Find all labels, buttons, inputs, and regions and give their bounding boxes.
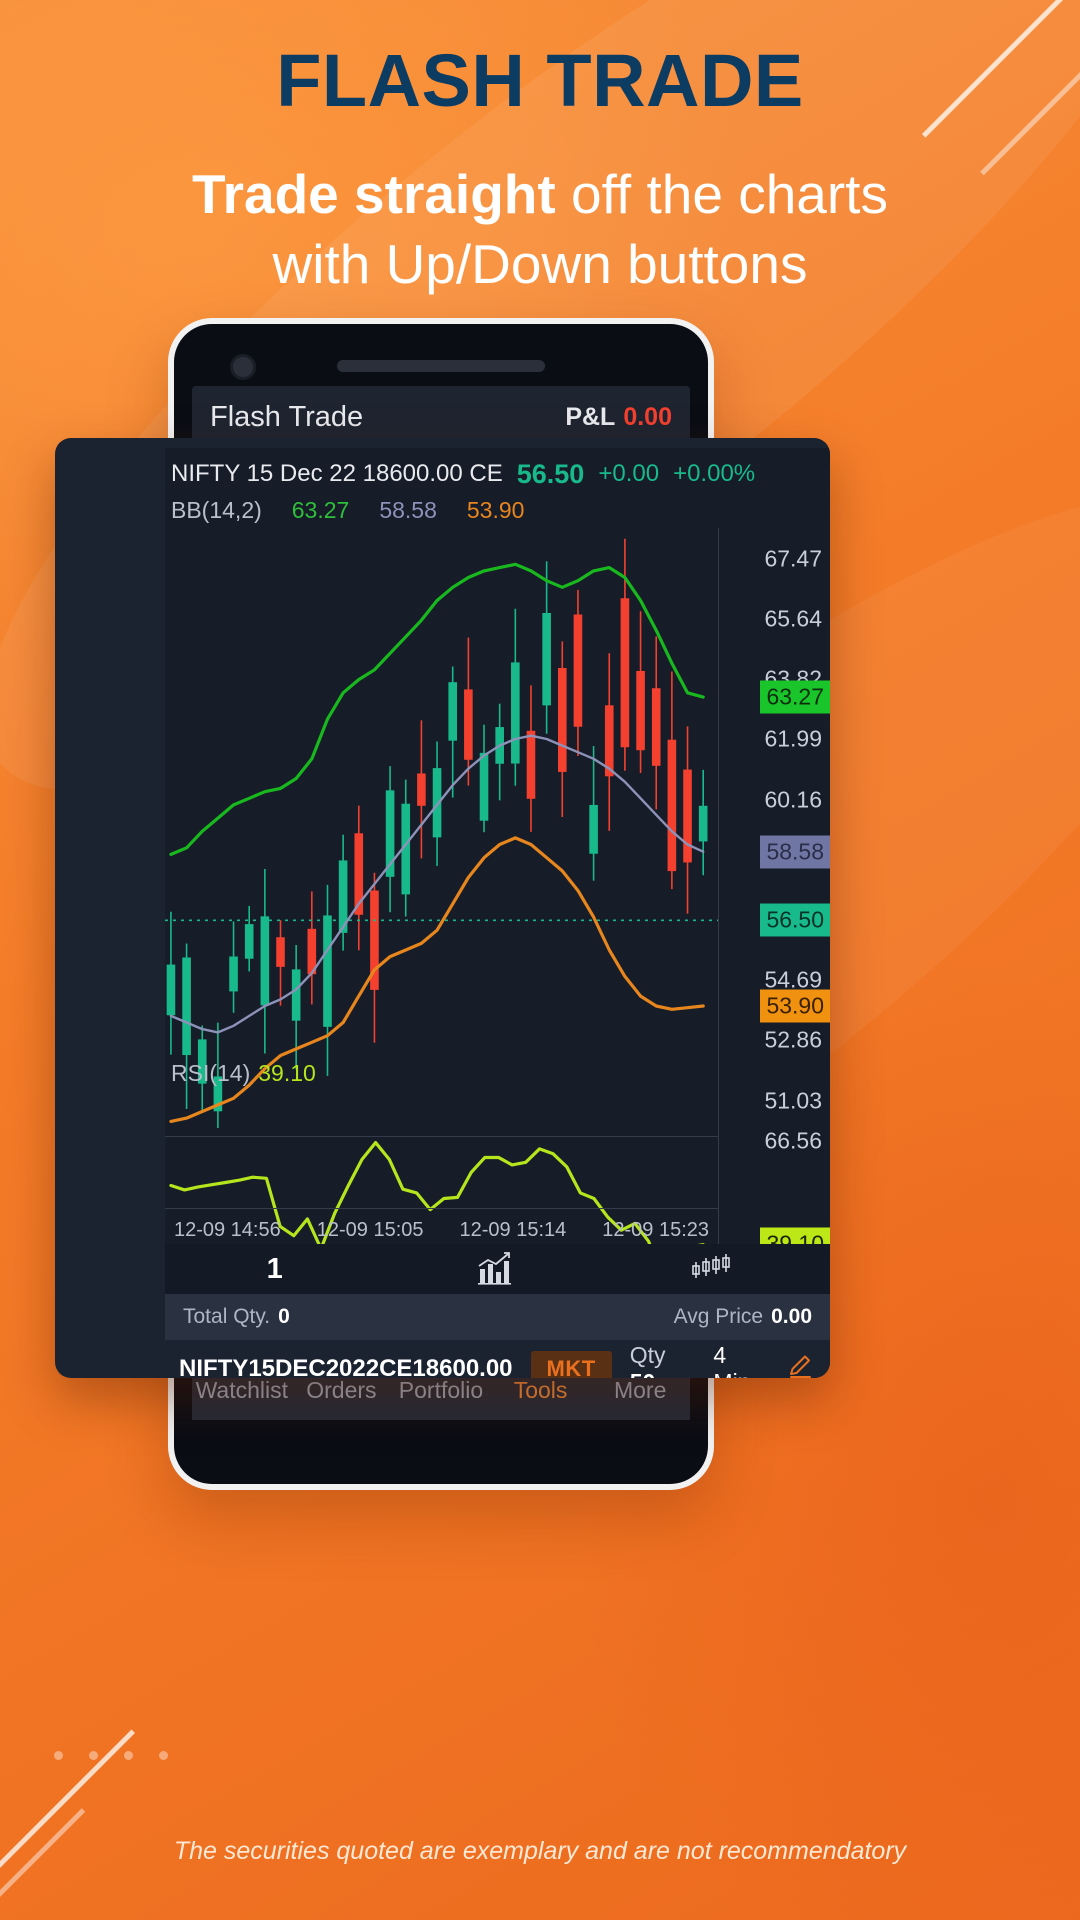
nav-label-more: More xyxy=(614,1377,666,1404)
chart-toolbar: 1 xyxy=(165,1244,830,1294)
contract-row: NIFTY15DEC2022CE18600.00 MKT Qty 50 4 Mi… xyxy=(165,1340,830,1378)
hero-subtitle-rest: off the charts xyxy=(556,163,888,225)
hero-subtitle-bold: Trade straight xyxy=(192,163,556,225)
speaker-grill xyxy=(337,360,545,372)
nav-label-watchlist: Watchlist xyxy=(196,1377,288,1404)
time-tick: 12-09 15:14 xyxy=(460,1219,567,1242)
qty-display[interactable]: Qty 50 xyxy=(630,1342,696,1378)
chart-container: NIFTY 15 Dec 22 18600.00 CE 56.50 +0.00 … xyxy=(165,448,830,1378)
bollinger-legend: BB(14,2) 63.27 58.58 53.90 xyxy=(165,494,524,526)
page-title: FLASH TRADE xyxy=(0,44,1080,118)
price-change-percent: +0.00% xyxy=(673,460,755,488)
hero-subtitle: Trade straight off the charts with Up/Do… xyxy=(0,160,1080,300)
price-tick: 61.99 xyxy=(764,726,822,753)
avg-price: Avg Price 0.00 xyxy=(674,1305,812,1329)
order-type-chip[interactable]: MKT xyxy=(531,1351,612,1378)
price-badge: 58.58 xyxy=(760,835,830,868)
app-title: Flash Trade xyxy=(210,401,363,434)
price-tick: 60.16 xyxy=(764,786,822,813)
timeframe-selector[interactable]: 1 xyxy=(165,1253,384,1286)
avg-price-label: Avg Price xyxy=(674,1305,764,1328)
price-tick: 52.86 xyxy=(764,1027,822,1054)
decor-dots xyxy=(54,1751,168,1760)
time-tick: 12-09 15:23 xyxy=(602,1219,709,1242)
nav-label-portfolio: Portfolio xyxy=(399,1377,483,1404)
quote-row: NIFTY 15 Dec 22 18600.00 CE 56.50 +0.00 … xyxy=(165,456,830,492)
instrument-name: NIFTY 15 Dec 22 18600.00 CE xyxy=(171,460,503,488)
rsi-label-text: RSI(14) xyxy=(171,1060,250,1086)
price-tick: 65.64 xyxy=(764,605,822,632)
camera-icon xyxy=(230,354,256,380)
total-qty: Total Qty. 0 xyxy=(183,1305,290,1329)
price-badge: 56.50 xyxy=(760,904,830,937)
pnl-value: 0.00 xyxy=(623,403,672,431)
price-badge: 53.90 xyxy=(760,990,830,1023)
bar-chart-icon[interactable] xyxy=(384,1251,603,1287)
price-tick: 51.03 xyxy=(764,1087,822,1114)
duration-display[interactable]: 4 Min xyxy=(713,1342,768,1378)
pencil-icon[interactable] xyxy=(786,1352,816,1379)
candlestick-icon[interactable] xyxy=(604,1252,823,1286)
pnl-label: P&L xyxy=(565,403,615,431)
last-traded-price: 56.50 xyxy=(517,459,585,490)
hero-subtitle-line2: with Up/Down buttons xyxy=(273,233,808,295)
bb-lower-value: 53.90 xyxy=(467,497,525,524)
bb-middle-value: 58.58 xyxy=(379,497,437,524)
disclaimer: The securities quoted are exemplary and … xyxy=(0,1837,1080,1866)
bb-upper-value: 63.27 xyxy=(292,497,350,524)
avg-price-value: 0.00 xyxy=(771,1305,812,1328)
rsi-tick: 66.56 xyxy=(764,1128,822,1155)
price-pane xyxy=(165,528,718,1128)
time-tick: 12-09 14:56 xyxy=(174,1219,281,1242)
qty-label: Qty xyxy=(630,1342,666,1368)
price-badge: 63.27 xyxy=(760,681,830,714)
flash-trade-card: NIFTY 15 Dec 22 18600.00 CE 56.50 +0.00 … xyxy=(55,438,830,1378)
bb-label: BB(14,2) xyxy=(171,497,262,524)
total-qty-value: 0 xyxy=(278,1305,290,1328)
time-tick: 12-09 15:05 xyxy=(317,1219,424,1242)
pnl-display: P&L 0.00 xyxy=(557,403,672,432)
price-tick: 67.47 xyxy=(764,545,822,572)
totals-row: Total Qty. 0 Avg Price 0.00 xyxy=(165,1294,830,1340)
nav-label-orders: Orders xyxy=(306,1377,376,1404)
rsi-value: 39.10 xyxy=(258,1060,316,1086)
contract-name: NIFTY15DEC2022CE18600.00 xyxy=(179,1355,513,1378)
qty-value: 50 xyxy=(630,1369,656,1378)
rsi-legend: RSI(14) 39.10 xyxy=(171,1060,316,1087)
hero-section: FLASH TRADE Trade straight off the chart… xyxy=(0,0,1080,300)
price-change: +0.00 xyxy=(598,460,659,488)
nav-label-tools: Tools xyxy=(514,1377,568,1404)
total-qty-label: Total Qty. xyxy=(183,1305,270,1328)
